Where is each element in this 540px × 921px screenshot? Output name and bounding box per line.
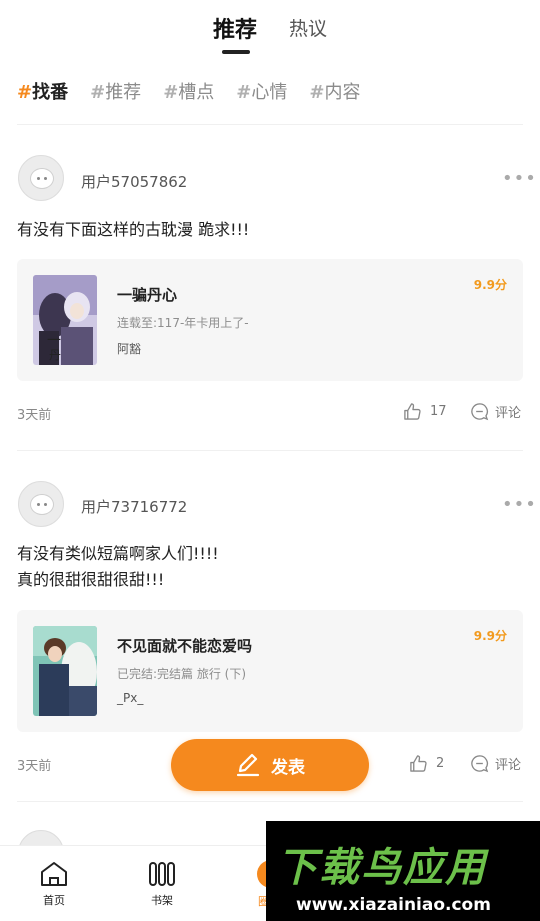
comic-update-status: 已完结:完结篇 旅行 (下) — [117, 667, 247, 681]
comment-label: 评论 — [495, 758, 522, 773]
hashtag-filter-bar: #找番 #推荐 #槽点 #心情 #内容 — [17, 78, 382, 110]
like-button[interactable]: 17 — [403, 402, 447, 421]
nav-label: 首页 — [43, 894, 65, 907]
username[interactable]: 用户73716772 — [81, 496, 187, 517]
tag-label: 推荐 — [105, 82, 142, 103]
svg-text:丹: 丹 — [49, 348, 61, 362]
comment-button[interactable]: 评论 — [470, 402, 521, 421]
divider — [17, 450, 523, 451]
comic-cover-art: 一 丹 — [33, 275, 97, 365]
comment-label: 评论 — [495, 406, 522, 421]
comic-title: 一骗丹心 — [117, 286, 178, 304]
tag-find-anime[interactable]: #找番 — [17, 78, 68, 110]
tag-complaints[interactable]: #槽点 — [163, 78, 214, 110]
comic-cover-image — [33, 626, 97, 716]
tag-recommend[interactable]: #推荐 — [90, 78, 141, 110]
post-text: 有没有类似短篇啊家人们!!!! 真的很甜很甜很甜!!! — [17, 541, 219, 593]
post-text-line: 有没有下面这样的古耽漫 跪求!!! — [17, 220, 250, 239]
comic-card[interactable]: 一 丹 一骗丹心 连载至:117-年卡用上了- 阿豁 9.9分 — [17, 259, 523, 381]
comment-bubble-icon — [471, 755, 489, 773]
bookshelf-icon — [149, 862, 175, 886]
watermark-url: www.xiazainiao.com — [296, 895, 491, 915]
avatar[interactable] — [18, 155, 64, 201]
comic-cover-image: 一 丹 — [33, 275, 97, 365]
divider — [17, 124, 523, 125]
comic-author: _Px_ — [117, 691, 144, 705]
active-tab-indicator — [222, 50, 250, 54]
post-text-line: 有没有类似短篇啊家人们!!!! — [17, 544, 219, 563]
post-time: 3天前 — [17, 408, 52, 423]
tag-mood[interactable]: #心情 — [236, 78, 287, 110]
tag-label: 找番 — [32, 82, 69, 103]
top-tab-bar: 推荐 热议 — [0, 0, 540, 70]
comic-title: 不见面就不能恋爱吗 — [117, 637, 253, 655]
thumbs-up-icon — [410, 755, 427, 772]
tag-label: 内容 — [324, 82, 361, 103]
tab-hot-discussion[interactable]: 热议 — [289, 14, 327, 41]
comic-score: 9.9分 — [473, 629, 507, 643]
nav-home[interactable]: 首页 — [24, 860, 84, 908]
post-text: 有没有下面这样的古耽漫 跪求!!! — [17, 217, 249, 243]
watermark-logo: 下载鸟应用 — [277, 845, 487, 891]
publish-label: 发表 — [271, 757, 305, 778]
like-button[interactable]: 2 — [409, 754, 444, 773]
avatar-face-icon — [30, 494, 54, 515]
nav-bookshelf[interactable]: 书架 — [132, 860, 192, 908]
tag-label: 心情 — [251, 82, 288, 103]
divider — [17, 801, 523, 802]
post-text-line: 真的很甜很甜很甜!!! — [17, 570, 165, 589]
comic-score: 9.9分 — [473, 278, 507, 292]
thumbs-up-icon — [404, 403, 421, 420]
comic-update-status: 连载至:117-年卡用上了- — [117, 316, 249, 330]
avatar[interactable] — [18, 481, 64, 527]
hash-symbol: # — [163, 82, 179, 103]
tag-content[interactable]: #内容 — [309, 78, 360, 110]
hash-symbol: # — [90, 82, 106, 103]
hash-symbol: # — [309, 82, 325, 103]
hash-symbol: # — [17, 82, 33, 103]
comment-button[interactable]: 评论 — [470, 754, 521, 773]
like-count: 17 — [430, 404, 447, 419]
comic-cover-art — [33, 626, 97, 716]
comment-bubble-icon — [471, 403, 489, 421]
publish-button[interactable]: 发表 — [171, 739, 369, 791]
nav-label: 书架 — [151, 894, 173, 907]
tag-label: 槽点 — [178, 82, 215, 103]
more-options-icon[interactable]: ••• — [502, 494, 537, 515]
svg-text:一: 一 — [47, 333, 61, 349]
watermark: 下载鸟应用 www.xiazainiao.com — [266, 821, 540, 921]
pen-icon — [236, 753, 260, 777]
username[interactable]: 用户57057862 — [81, 171, 187, 192]
post-time: 3天前 — [17, 759, 52, 774]
home-icon — [41, 862, 67, 886]
avatar-face-icon — [30, 168, 54, 189]
comic-card[interactable]: 不见面就不能恋爱吗 已完结:完结篇 旅行 (下) _Px_ 9.9分 — [17, 610, 523, 732]
like-count: 2 — [436, 756, 445, 771]
hash-symbol: # — [236, 82, 252, 103]
comic-author: 阿豁 — [117, 342, 142, 356]
tab-recommend[interactable]: 推荐 — [213, 12, 257, 44]
more-options-icon[interactable]: ••• — [502, 168, 537, 189]
